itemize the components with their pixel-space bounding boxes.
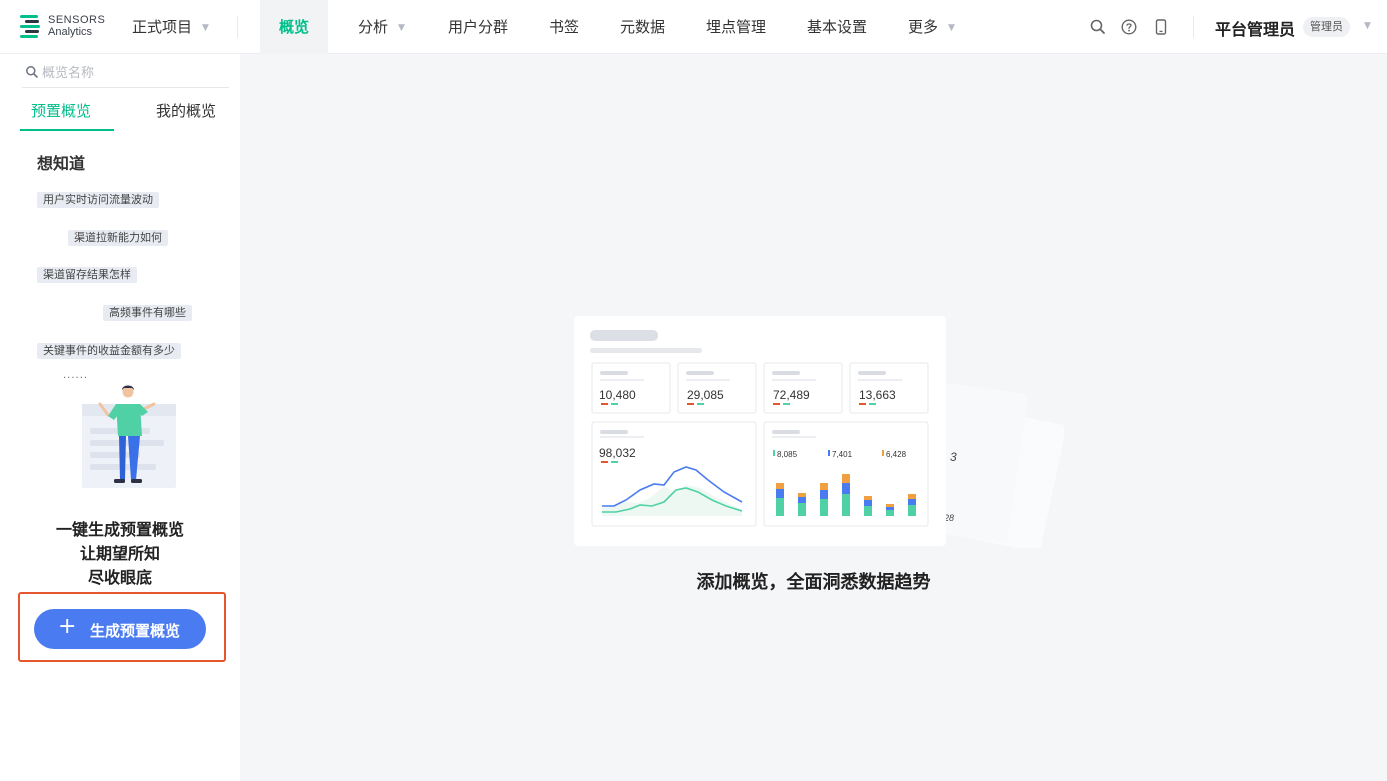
- nav-item-label: 分析: [358, 18, 389, 36]
- nav-item-bookmarks[interactable]: 书签: [549, 0, 579, 54]
- metric-value: 29,085: [687, 388, 724, 402]
- bar-stack-1: [776, 483, 784, 516]
- search-icon[interactable]: [1089, 18, 1107, 36]
- dashboard-empty-illustration: 3 28 10,480 29,085 72,489 13,663 98,032 …: [574, 316, 1064, 548]
- metric-card-2: 29,085: [677, 362, 757, 414]
- metric-value: 72,489: [773, 388, 810, 402]
- promo-line: 一键生成预置概览: [55, 520, 184, 539]
- promo-line: 让期望所知: [79, 544, 160, 563]
- chevron-down-icon[interactable]: ▼: [1364, 21, 1371, 31]
- metric-value: 13,663: [859, 388, 896, 402]
- overview-search: [22, 60, 229, 88]
- legend-value: 8,085: [777, 450, 798, 459]
- nav-item-tracking-management[interactable]: 埋点管理: [706, 0, 766, 54]
- want-to-know-title: 想知道: [37, 154, 86, 173]
- nav-item-more[interactable]: 更多 ▼: [908, 0, 955, 54]
- nav-item-label: 用户分群: [448, 18, 509, 36]
- nav-item-label: 埋点管理: [706, 18, 767, 36]
- nav-item-label: 概览: [279, 18, 310, 36]
- search-icon: [26, 66, 38, 78]
- top-navigation-bar: SENSORS Analytics 正式项目 ▼ 概览 分析 ▼ 用户分群 书签 元…: [0, 0, 1387, 54]
- metric-card-3: 72,489: [763, 362, 843, 414]
- header-divider: [1193, 16, 1194, 38]
- promo-line: 尽收眼底: [87, 568, 152, 587]
- bar-stack-2: [798, 493, 806, 516]
- big-metric-value: 98,032: [599, 446, 636, 460]
- bar-stack-6: [886, 504, 894, 516]
- user-name[interactable]: 平台管理员: [1215, 16, 1295, 40]
- question-chip[interactable]: 高频事件有哪些: [103, 305, 192, 321]
- nav-item-overview[interactable]: 概览: [260, 0, 329, 54]
- nav-item-analysis[interactable]: 分析 ▼: [358, 0, 405, 54]
- metric-card-4: 13,663: [849, 362, 929, 414]
- bar-chart-card: 8,085 7,401 6,428: [763, 421, 929, 527]
- chevron-down-icon: ▼: [398, 23, 405, 33]
- empty-state-message: 添加概览，全面洞悉数据趋势: [696, 572, 931, 593]
- chevron-down-icon: ▼: [948, 23, 955, 33]
- main-content: 3 28 10,480 29,085 72,489 13,663 98,032 …: [240, 54, 1387, 781]
- nav-item-label: 更多: [908, 18, 939, 36]
- role-badge: 管理员: [1303, 17, 1350, 37]
- nav-item-label: 基本设置: [807, 18, 868, 36]
- back-card-illustration: 3 28: [926, 383, 1064, 548]
- help-icon[interactable]: [1120, 18, 1138, 36]
- tab-my-overview[interactable]: 我的概览: [156, 100, 216, 121]
- plus-icon: +: [58, 614, 77, 639]
- question-chip[interactable]: 关键事件的收益金额有多少: [37, 343, 181, 359]
- project-selector[interactable]: 正式项目 ▼: [132, 16, 209, 37]
- overview-name-search-input[interactable]: [42, 62, 222, 84]
- nav-item-label: 书签: [549, 18, 580, 36]
- nav-item-metadata[interactable]: 元数据: [620, 0, 665, 54]
- generate-button-label: 生成预置概览: [90, 622, 181, 640]
- promo-text: 一键生成预置概览 让期望所知 尽收眼底: [0, 518, 240, 590]
- project-label: 正式项目: [132, 18, 193, 36]
- mobile-device-icon[interactable]: [1152, 18, 1170, 36]
- nav-item-basic-settings[interactable]: 基本设置: [807, 0, 867, 54]
- back-card-value: 3: [950, 450, 957, 464]
- generate-preset-overview-button[interactable]: + 生成预置概览: [34, 609, 206, 649]
- logo-mark-icon: [20, 14, 42, 40]
- nav-divider: [237, 16, 238, 38]
- bar-stack-3: [820, 483, 828, 516]
- nav-item-user-segments[interactable]: 用户分群: [448, 0, 508, 54]
- active-tab-indicator: [20, 129, 114, 131]
- bar-stack-5: [864, 496, 872, 516]
- logo-text-analytics: Analytics: [48, 26, 93, 38]
- legend-value: 6,428: [886, 450, 907, 459]
- question-chip[interactable]: 渠道拉新能力如何: [68, 230, 168, 246]
- metric-card-1: 10,480: [591, 362, 671, 414]
- sensors-analytics-logo[interactable]: SENSORS Analytics: [20, 13, 106, 41]
- bar-stack-4: [842, 474, 850, 516]
- line-chart-card: 98,032: [591, 421, 757, 527]
- chevron-down-icon: ▼: [202, 23, 209, 33]
- overview-sidebar: 预置概览 我的概览 想知道 用户实时访问流量波动 渠道拉新能力如何 渠道留存结果…: [0, 54, 240, 781]
- bar-stack-7: [908, 494, 916, 516]
- tab-preset-overview[interactable]: 预置概览: [31, 100, 91, 121]
- question-chip[interactable]: 用户实时访问流量波动: [37, 192, 159, 208]
- logo-text-sensors: SENSORS: [48, 14, 106, 26]
- nav-item-label: 元数据: [620, 18, 666, 36]
- person-presenting-illustration: [82, 385, 176, 488]
- legend-value: 7,401: [832, 450, 853, 459]
- metric-value: 10,480: [599, 388, 636, 402]
- question-chip[interactable]: 渠道留存结果怎样: [37, 267, 137, 283]
- ellipsis-text: ......: [63, 370, 89, 381]
